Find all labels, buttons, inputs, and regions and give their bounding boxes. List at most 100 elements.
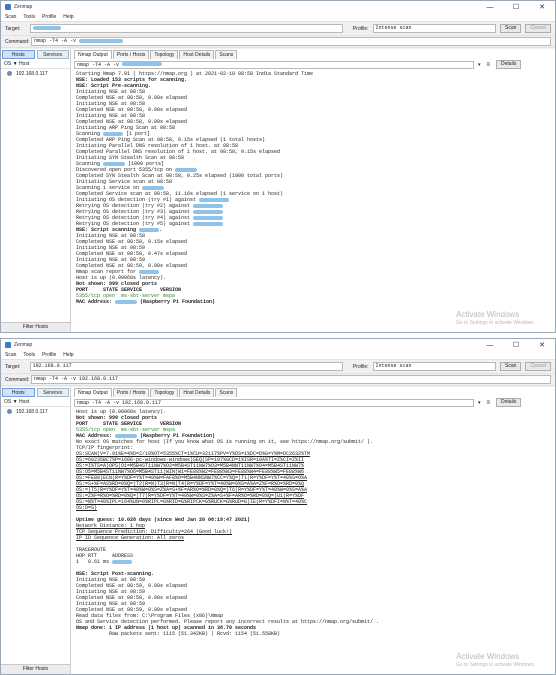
redacted-address [115,433,138,438]
command-label: Command: [5,38,30,45]
profile-label: Profile: [352,25,369,32]
tab-host-details[interactable]: Host Details [179,388,215,397]
tab-nmap-output[interactable]: Nmap Output [74,388,112,397]
nmap-output-text[interactable]: Starting Nmap 7.91 ( https://nmap.org ) … [74,71,555,332]
redacted-address [193,203,224,208]
maximize-icon[interactable]: ☐ [503,339,529,351]
hosts-toggle[interactable]: Hosts [2,388,35,397]
maximize-icon[interactable]: ☐ [503,1,529,13]
redacted-address [142,185,165,190]
target-input[interactable] [29,24,343,33]
target-input[interactable]: 192.168.0.117 [29,362,343,371]
target-label: Target: [5,25,21,32]
host-list-item[interactable]: 192.168.0.117 [1,69,70,78]
watermark-line2: Go to Settings to activate Windows. [456,320,535,326]
output-pane: Nmap Output Ports / Hosts Topology Host … [71,49,555,332]
host-address: 192.168.0.117 [16,70,48,77]
scan-select-dropdown[interactable]: nmap -T4 -A -v [74,60,474,69]
os-host-header-text: OS ▼ Host [4,399,30,405]
services-toggle[interactable]: Services [36,50,69,59]
services-toggle[interactable]: Services [36,388,69,397]
host-list-item[interactable]: 192.168.0.117 [1,407,70,416]
menu-bar: Scan Tools Profile Help [1,351,555,360]
watermark-line1: Activate Windows [456,310,520,319]
cancel-button[interactable]: Cancel [525,24,552,33]
close-icon[interactable]: ✕ [529,339,555,351]
menu-icon[interactable]: ≡ [487,62,491,68]
menu-profile[interactable]: Profile [42,14,56,20]
tab-host-details[interactable]: Host Details [179,50,215,59]
output-pane: Nmap Output Ports / Hosts Topology Host … [71,387,555,674]
title-bar: Zenmap — ☐ ✕ [1,339,555,351]
nmap-output-text[interactable]: Host is up (0.00060s latency). Not shown:… [74,409,555,674]
details-button[interactable]: Details [496,398,522,407]
command-row: Command: nmap -T4 -A -v [1,36,555,48]
zenmap-app-icon [5,342,11,348]
profile-select[interactable]: Intense scan [372,362,497,371]
redacted-address [139,269,160,274]
menu-scan[interactable]: Scan [5,14,16,20]
output-line: MAC Address: (Raspberry Pi Foundation) [76,299,216,305]
chevron-down-icon[interactable]: ▾ [478,62,481,68]
redacted-address [139,227,160,232]
menu-scan[interactable]: Scan [5,352,16,358]
redacted-select-target [122,62,163,67]
menu-tools[interactable]: Tools [23,352,35,358]
activate-windows-watermark: Activate Windows Go to Settings to activ… [456,310,535,326]
menu-profile[interactable]: Profile [42,352,56,358]
command-input[interactable]: nmap -T4 -A -v 192.168.0.117 [31,375,551,384]
profile-select[interactable]: Intense scan [372,24,497,33]
output-line: Raw packets sent: 1115 (51.342KB) | Rcvd… [76,631,281,637]
scan-button[interactable]: Scan [500,362,522,371]
command-row: Command: nmap -T4 -A -v 192.168.0.117 [1,374,555,386]
redacted-target [32,25,61,30]
menu-help[interactable]: Help [63,14,73,20]
redacted-address [193,209,224,214]
os-host-header-text: OS ▼ Host [4,61,30,67]
minimize-icon[interactable]: — [477,1,503,13]
host-list-header[interactable]: OS ▼ Host [1,398,70,407]
scan-select-dropdown[interactable]: nmap -T4 -A -v 192.168.0.117 [74,398,474,407]
profile-label: Profile: [352,363,369,370]
zenmap-window-bottom: Zenmap — ☐ ✕ Scan Tools Profile Help Tar… [0,338,556,675]
filter-hosts-button[interactable]: Filter Hosts [1,664,70,674]
zenmap-app-icon [5,4,11,10]
filter-hosts-button[interactable]: Filter Hosts [1,322,70,332]
scan-button[interactable]: Scan [500,24,522,33]
window-title: Zenmap [14,4,33,10]
hosts-toggle[interactable]: Hosts [2,50,35,59]
target-row: Target: Profile: Intense scan Scan Cance… [1,22,555,36]
command-label: Command: [5,376,30,383]
redacted-address [103,161,126,166]
command-input[interactable]: nmap -T4 -A -v [31,37,551,46]
close-icon[interactable]: ✕ [529,1,555,13]
redacted-address [175,167,198,172]
menu-tools[interactable]: Tools [23,14,35,20]
tab-topology[interactable]: Topology [150,388,179,397]
tab-scans[interactable]: Scans [215,50,238,59]
watermark-line2: Go to Settings to activate Windows. [456,662,535,668]
title-bar: Zenmap — ☐ ✕ [1,1,555,13]
details-button[interactable]: Details [496,60,522,69]
tab-ports-hosts[interactable]: Ports / Hosts [112,50,150,59]
host-list-header[interactable]: OS ▼ Host [1,60,70,69]
minimize-icon[interactable]: — [477,339,503,351]
tab-ports-hosts[interactable]: Ports / Hosts [112,388,150,397]
host-os-icon [7,409,12,414]
target-row: Target: 192.168.0.117 Profile: Intense s… [1,360,555,374]
redacted-address [115,299,138,304]
scan-select-text: nmap -T4 -A -v [77,61,120,68]
host-address: 192.168.0.117 [16,408,48,415]
cancel-button[interactable]: Cancel [525,362,552,371]
tab-nmap-output[interactable]: Nmap Output [74,50,112,59]
tab-scans[interactable]: Scans [215,388,238,397]
chevron-down-icon[interactable]: ▾ [478,400,481,406]
menu-icon[interactable]: ≡ [487,400,491,406]
target-label: Target: [5,363,21,370]
command-text: nmap -T4 -A -v [34,38,77,44]
tab-topology[interactable]: Topology [150,50,179,59]
menu-help[interactable]: Help [63,352,73,358]
watermark-line1: Activate Windows [456,652,520,661]
window-title: Zenmap [14,342,33,348]
hosts-pane: Hosts Services OS ▼ Host 192.168.0.117 F… [1,387,71,674]
